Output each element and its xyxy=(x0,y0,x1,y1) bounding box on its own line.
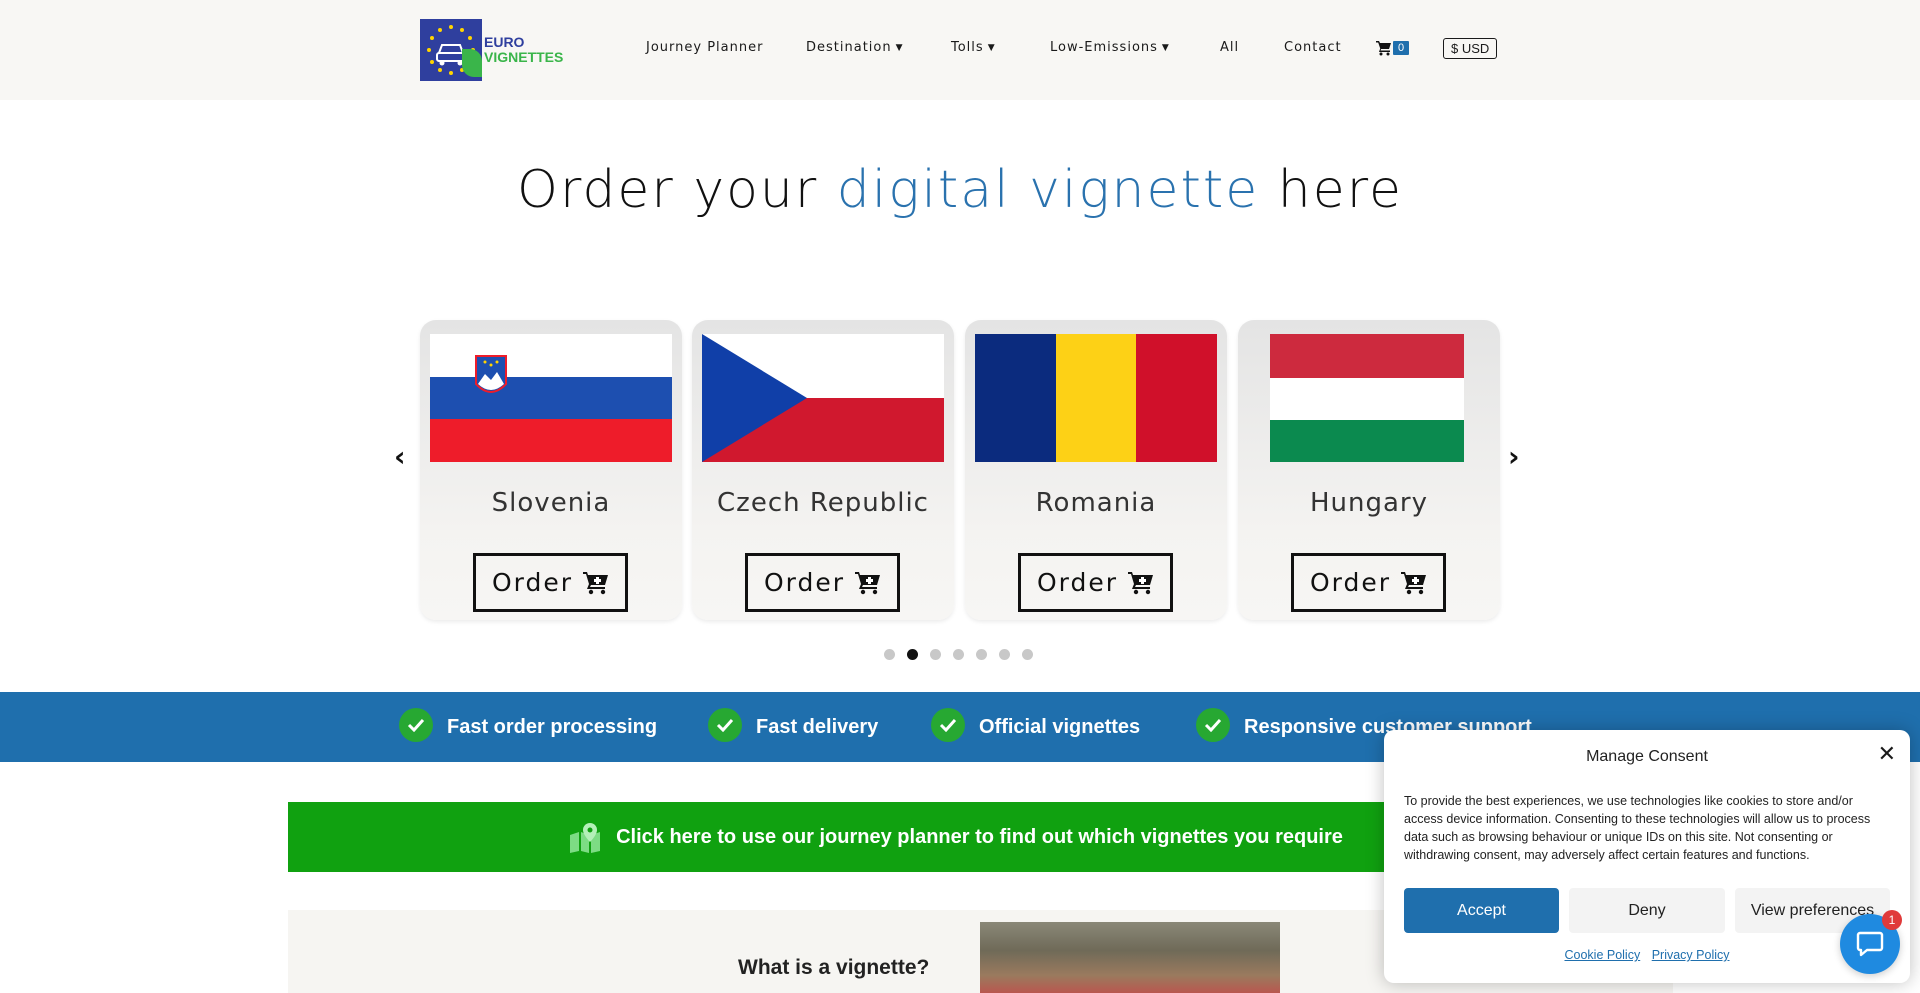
nav-label: All xyxy=(1220,40,1240,55)
card-country-name: Hungary xyxy=(1309,488,1429,518)
flag-czech-republic xyxy=(702,334,944,462)
carousel-pagination xyxy=(884,649,1045,660)
order-button-czech-republic[interactable]: Order xyxy=(745,553,900,612)
logo-text: EURO VIGNETTES xyxy=(484,35,563,65)
logo-text-vignettes: VIGNETTES xyxy=(484,49,564,65)
feature-official-vignettes: Official vignettes xyxy=(931,708,1141,742)
check-circle-icon xyxy=(399,708,433,742)
page: EURO VIGNETTES Journey Planner Destinati… xyxy=(0,0,1920,993)
check-circle-icon xyxy=(1196,708,1230,742)
order-button-romania[interactable]: Order xyxy=(1018,553,1173,612)
feature-fast-delivery: Fast delivery xyxy=(708,708,879,742)
logo[interactable]: EURO VIGNETTES xyxy=(420,19,563,81)
carousel-dot[interactable] xyxy=(976,649,987,660)
feature-label: Official vignettes xyxy=(979,715,1141,738)
chat-notification-badge: 1 xyxy=(1882,910,1902,930)
carousel-dot[interactable] xyxy=(930,649,941,660)
card-country-name: Slovenia xyxy=(491,488,611,518)
carousel-dot-active[interactable] xyxy=(907,649,918,660)
nav-label: Journey Planner xyxy=(646,40,764,55)
nav-contact[interactable]: Contact xyxy=(1284,40,1342,55)
chat-icon xyxy=(1856,931,1884,957)
country-card-romania: Romania Order xyxy=(965,320,1227,620)
nav-label: Low-Emissions xyxy=(1050,40,1158,55)
cart-plus-icon xyxy=(1401,571,1427,594)
nav-label: Contact xyxy=(1284,40,1342,55)
nav-tolls[interactable]: Tolls ▼ xyxy=(951,40,996,55)
nav-low-emissions[interactable]: Low-Emissions ▼ xyxy=(1050,40,1170,55)
flag-hungary xyxy=(1270,334,1464,462)
consent-title: Manage Consent xyxy=(1586,748,1708,765)
cart-button[interactable]: 0 xyxy=(1376,40,1410,56)
country-card-hungary: Hungary Order xyxy=(1238,320,1500,620)
privacy-policy-link[interactable]: Privacy Policy xyxy=(1652,948,1730,962)
feature-label: Fast order processing xyxy=(447,715,658,738)
consent-links: Cookie Policy Privacy Policy xyxy=(1384,948,1910,962)
nav-all[interactable]: All xyxy=(1220,40,1239,55)
title-part-1: Order your xyxy=(517,160,837,220)
flag-romania xyxy=(975,334,1217,462)
check-circle-icon xyxy=(931,708,965,742)
carousel-dot[interactable] xyxy=(999,649,1010,660)
flag-slovenia xyxy=(430,334,672,462)
card-country-name: Czech Republic xyxy=(717,488,929,518)
section-heading: What is a vignette? xyxy=(738,956,930,979)
order-label: Order xyxy=(763,568,846,597)
cart-count-badge: 0 xyxy=(1393,41,1410,55)
leaf-icon xyxy=(462,49,482,77)
nav-journey-planner[interactable]: Journey Planner xyxy=(646,40,763,55)
title-part-2: here xyxy=(1259,160,1403,220)
carousel-dot[interactable] xyxy=(1022,649,1033,660)
cart-plus-icon xyxy=(1128,571,1154,594)
close-icon[interactable]: ✕ xyxy=(1878,742,1896,767)
order-label: Order xyxy=(1309,568,1392,597)
order-label: Order xyxy=(1036,568,1119,597)
page-title: Order your digital vignette here xyxy=(0,160,1920,220)
cart-plus-icon xyxy=(855,571,881,594)
logo-badge xyxy=(420,19,482,81)
feature-label: Fast delivery xyxy=(756,715,879,738)
car-photo xyxy=(980,922,1280,993)
logo-text-euro: EURO xyxy=(484,34,525,50)
card-country-name: Romania xyxy=(1035,488,1157,518)
consent-dialog: Manage Consent ✕ To provide the best exp… xyxy=(1384,730,1910,983)
nav-label: Destination xyxy=(806,40,892,55)
nav-label: Tolls xyxy=(951,40,984,55)
country-card-slovenia: Slovenia Order xyxy=(420,320,682,620)
country-card-czech-republic: Czech Republic Order xyxy=(692,320,954,620)
title-accent: digital vignette xyxy=(836,160,1260,220)
chevron-down-icon: ▼ xyxy=(1161,43,1170,53)
carousel-dot[interactable] xyxy=(884,649,895,660)
consent-text: To provide the best experiences, we use … xyxy=(1404,794,1871,862)
currency-selector[interactable]: $ USD xyxy=(1443,38,1498,59)
deny-button[interactable]: Deny xyxy=(1569,888,1725,933)
cart-plus-icon xyxy=(583,571,609,594)
cta-label: Click here to use our journey planner to… xyxy=(616,825,1343,848)
chevron-right-icon[interactable]: › xyxy=(1508,440,1520,473)
cookie-policy-link[interactable]: Cookie Policy xyxy=(1564,948,1640,962)
nav-destination[interactable]: Destination ▼ xyxy=(806,40,904,55)
order-button-hungary[interactable]: Order xyxy=(1291,553,1446,612)
order-label: Order xyxy=(491,568,574,597)
site-header: EURO VIGNETTES Journey Planner Destinati… xyxy=(0,0,1920,100)
check-circle-icon xyxy=(708,708,742,742)
chevron-left-icon[interactable]: ‹ xyxy=(394,440,406,473)
feature-fast-order-processing: Fast order processing xyxy=(399,708,658,742)
chevron-down-icon: ▼ xyxy=(895,43,904,53)
carousel-dot[interactable] xyxy=(953,649,964,660)
chevron-down-icon: ▼ xyxy=(987,43,996,53)
cart-icon xyxy=(1376,41,1391,56)
chat-button[interactable]: 1 xyxy=(1840,910,1902,974)
map-pin-icon xyxy=(570,823,601,853)
order-button-slovenia[interactable]: Order xyxy=(473,553,628,612)
accept-button[interactable]: Accept xyxy=(1404,888,1559,933)
